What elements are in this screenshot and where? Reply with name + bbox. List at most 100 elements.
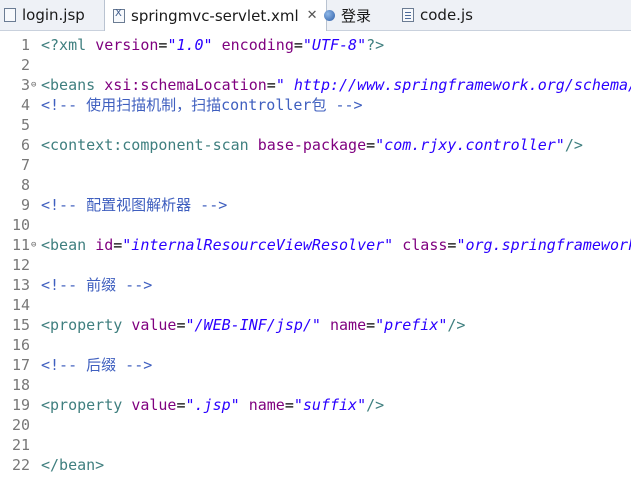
line-number: 11 [11,236,30,254]
code-token: /> [564,136,583,154]
code-token: = [366,136,376,154]
code-text: <property value="/WEB-INF/jsp/" name="pr… [41,315,465,335]
line-number: 15 [11,316,30,334]
code-token: = [176,396,186,414]
code-text: <bean id="internalResourceViewResolver" … [41,235,631,255]
code-token: value [131,396,177,414]
tab-login-page[interactable]: 登录 [324,0,371,30]
code-text: <property value=".jsp" name="suffix"/> [41,395,384,415]
code-line[interactable]: 18 [0,375,631,395]
code-token: "org.springframework [456,236,631,254]
code-token: <!-- 后缀 --> [41,356,153,374]
line-number: 13 [11,276,30,294]
code-line[interactable]: 15 <property value="/WEB-INF/jsp/" name="… [0,315,631,335]
code-token: <beans [41,76,105,94]
code-line[interactable]: 8 [0,175,631,195]
tab-code-js[interactable]: code.js [402,0,473,30]
code-token: "internalResourceViewResolver" [122,236,394,254]
code-token: /> [366,396,385,414]
code-line[interactable]: 20 [0,415,631,435]
line-number: 12 [11,256,30,274]
code-token: name [248,396,285,414]
code-line[interactable]: 17 <!-- 后缀 --> [0,355,631,375]
code-line[interactable]: 3 ⊖ <beans xsi:schemaLocation=" http://www… [0,75,631,95]
code-token: <property [41,316,132,334]
code-token: " http://www.springframework.org/schema/ [275,76,631,94]
code-token: version [95,36,159,54]
code-token: "suffix" [293,396,367,414]
code-token: <bean [41,236,96,254]
line-number: 4 [20,96,30,114]
code-text: <!-- 配置视图解析器 --> [41,195,227,215]
code-line[interactable]: 10 [0,215,631,235]
globe-icon [324,9,335,21]
code-token: encoding [221,36,294,54]
line-number: 20 [11,416,30,434]
code-token: <!-- 配置视图解析器 --> [41,196,228,214]
code-token: <property [41,396,132,414]
fold-toggle-icon[interactable]: ⊖ [31,235,36,255]
code-line[interactable]: 16 [0,335,631,355]
tab-springmvc-servlet-xml[interactable]: springmvc-servlet.xml ✕ [104,0,327,31]
code-line[interactable]: 1 <?xml version="1.0" encoding="UTF-8"?> [0,35,631,55]
code-token: /> [447,316,466,334]
jsp-file-icon [4,8,16,22]
code-line[interactable]: 9 <!-- 配置视图解析器 --> [0,195,631,215]
line-number: 6 [20,136,30,154]
code-line[interactable]: 12 [0,255,631,275]
line-number: 5 [20,116,30,134]
js-file-icon [402,8,414,22]
code-line[interactable]: 13 <!-- 前缀 --> [0,275,631,295]
code-token: xsi:schemaLocation [104,76,267,94]
code-line[interactable]: 5 [0,115,631,135]
code-token: <context:component-scan [41,136,258,154]
code-token: = [366,316,376,334]
code-editor[interactable]: 1 <?xml version="1.0" encoding="UTF-8"?> 2… [0,31,631,478]
code-line[interactable]: 7 [0,155,631,175]
code-line[interactable]: 22 </bean> [0,455,631,475]
line-number: 19 [11,396,30,414]
code-line[interactable]: 4 <!-- 使用扫描机制，扫描controller包 --> [0,95,631,115]
line-number: 16 [11,336,30,354]
code-token: <!-- 前缀 --> [41,276,153,294]
line-number: 7 [20,156,30,174]
code-text: </bean> [41,455,104,475]
code-token: = [176,316,186,334]
code-line[interactable]: 11 ⊖ <bean id="internalResourceViewResolve… [0,235,631,255]
code-token: ".jsp" [185,396,240,414]
code-token: id [95,236,114,254]
line-number: 10 [11,216,30,234]
line-number: 21 [11,436,30,454]
code-line[interactable]: 2 [0,55,631,75]
code-token: </bean> [41,456,105,474]
code-token: "com.rjxy.controller" [375,136,565,154]
code-text: <!-- 使用扫描机制，扫描controller包 --> [41,95,363,115]
line-number: 22 [11,456,30,474]
tab-label: code.js [420,6,473,24]
line-number: 17 [11,356,30,374]
code-text: <context:component-scan base-package="co… [41,135,583,155]
code-line[interactable]: 14 [0,295,631,315]
code-token: = [113,236,123,254]
code-token: "prefix" [375,316,448,334]
code-line[interactable]: 19 <property value=".jsp" name="suffix"/> [0,395,631,415]
code-text: <!-- 后缀 --> [41,355,152,375]
line-number: 18 [11,376,30,394]
code-token: value [131,316,177,334]
line-number: 8 [20,176,30,194]
xml-file-icon [113,8,125,23]
fold-toggle-icon[interactable]: ⊖ [31,75,36,95]
tab-label: login.jsp [22,6,85,24]
code-token: "1.0" [167,36,213,54]
code-token: = [284,396,294,414]
code-token: "/WEB-INF/jsp/" [185,316,321,334]
code-line[interactable]: 6 <context:component-scan base-package="c… [0,135,631,155]
code-line[interactable]: 21 [0,435,631,455]
close-icon[interactable]: ✕ [307,8,318,23]
tab-login-jsp[interactable]: login.jsp [4,0,85,30]
code-token: <?xml [41,36,96,54]
line-number: 3 [20,76,30,94]
